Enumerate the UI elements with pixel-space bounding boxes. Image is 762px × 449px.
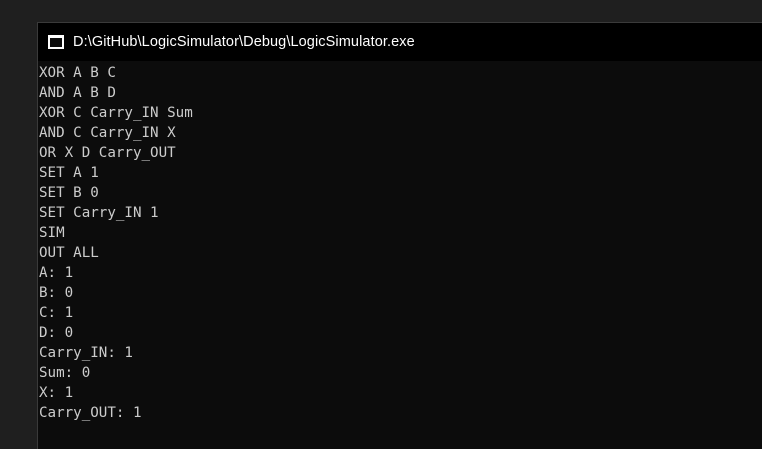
console-output[interactable]: XOR A B C AND A B D XOR C Carry_IN Sum AND …	[38, 61, 762, 449]
console-line: SIM	[39, 225, 65, 241]
console-line: AND A B D	[39, 85, 116, 101]
console-line: X: 1	[39, 385, 74, 401]
console-line: Carry_OUT: 1	[39, 405, 142, 421]
console-line: Sum: 0	[39, 365, 91, 381]
console-line: C: 1	[39, 305, 74, 321]
console-line: SET A 1	[39, 165, 99, 181]
console-app-icon	[48, 35, 64, 49]
console-window[interactable]: D:\GitHub\LogicSimulator\Debug\LogicSimu…	[37, 22, 762, 449]
console-line: AND C Carry_IN X	[39, 125, 176, 141]
console-line: XOR C Carry_IN Sum	[39, 105, 193, 121]
console-line: OR X D Carry_OUT	[39, 145, 176, 161]
console-line: Carry_IN: 1	[39, 345, 133, 361]
window-title: D:\GitHub\LogicSimulator\Debug\LogicSimu…	[73, 34, 415, 50]
desktop: D:\GitHub\LogicSimulator\Debug\LogicSimu…	[0, 0, 762, 449]
console-line: B: 0	[39, 285, 74, 301]
console-line: OUT ALL	[39, 245, 99, 261]
console-line: SET B 0	[39, 185, 99, 201]
console-line: SET Carry_IN 1	[39, 205, 159, 221]
console-line: A: 1	[39, 265, 74, 281]
console-line: XOR A B C	[39, 65, 116, 81]
title-bar[interactable]: D:\GitHub\LogicSimulator\Debug\LogicSimu…	[38, 23, 762, 61]
console-line: D: 0	[39, 325, 74, 341]
